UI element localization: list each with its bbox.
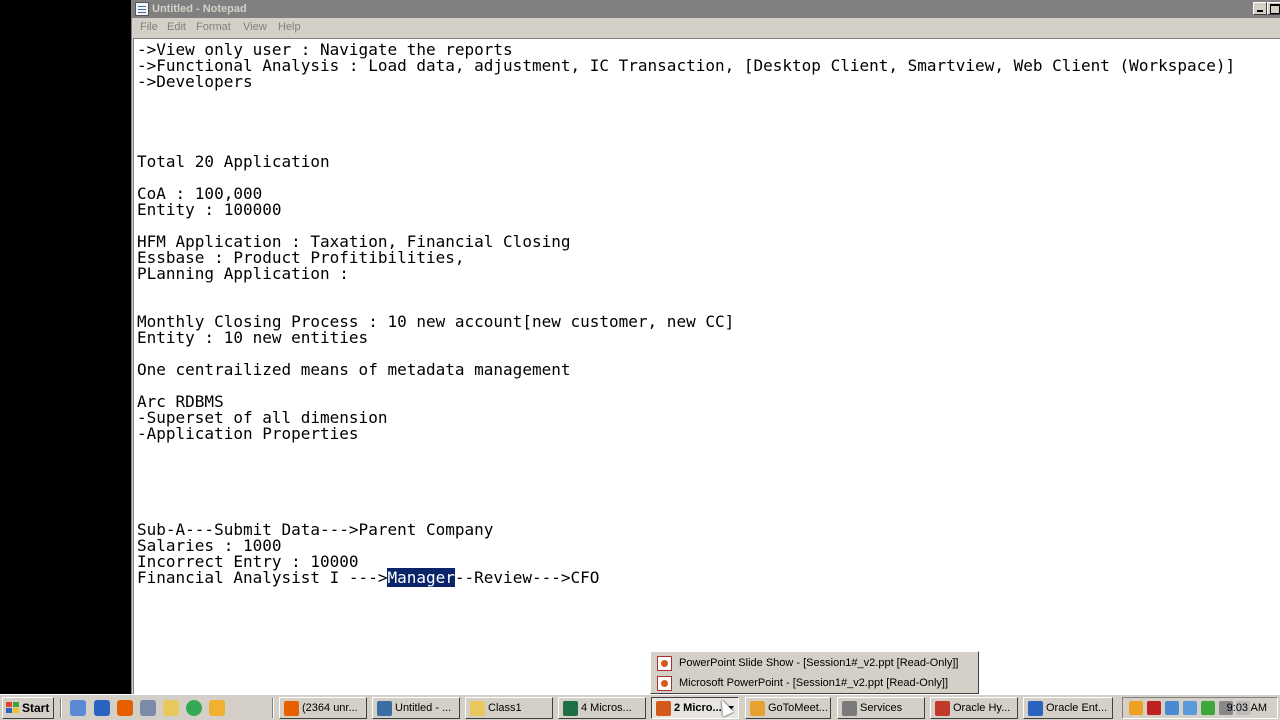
taskbar-button-gears[interactable]: Services — [837, 697, 925, 719]
taskbar-group-popup: PowerPoint Slide Show - [Session1#_v2.pp… — [650, 651, 979, 694]
start-button[interactable]: Start — [2, 697, 54, 719]
menu-format[interactable]: Format — [196, 21, 231, 33]
taskbar-button-label: Services — [860, 702, 903, 714]
tray-security-icon[interactable] — [1201, 701, 1215, 715]
taskbar-button-label: Oracle Hy... — [953, 702, 1011, 714]
system-tray: 9:03 AM — [1122, 697, 1278, 719]
gears-icon — [842, 701, 857, 716]
taskbar-button-label: 4 Micros... — [581, 702, 632, 714]
menu-edit[interactable]: Edit — [167, 21, 186, 33]
windows-flag-icon — [6, 702, 19, 714]
powerpoint-icon — [656, 701, 671, 716]
taskbar-button-notepad[interactable]: Untitled - ... — [372, 697, 460, 719]
excel-icon — [563, 701, 578, 716]
tray-network-icon[interactable] — [1165, 701, 1179, 715]
text-line-selected: Financial Analysist I --->Manager--Revie… — [137, 568, 600, 587]
menu-bar: File Edit Format View Help — [132, 18, 1280, 38]
text-editor[interactable]: ->View only user : Navigate the reports -… — [133, 38, 1280, 694]
taskbar-button-oracle[interactable]: Oracle Hy... — [930, 697, 1018, 719]
text-line: Entity : 10 new entities — [137, 328, 369, 347]
text-line: PLanning Application : — [137, 264, 349, 283]
taskbar-button-label: Oracle Ent... — [1046, 702, 1108, 714]
popup-item-slideshow[interactable]: PowerPoint Slide Show - [Session1#_v2.pp… — [653, 654, 976, 673]
text-line: Total 20 Application — [137, 152, 330, 171]
menu-file[interactable]: File — [140, 21, 158, 33]
gotomeeting-icon — [750, 701, 765, 716]
tray-acrobat-icon[interactable] — [1147, 701, 1161, 715]
quicklaunch-ie-icon[interactable] — [94, 700, 110, 716]
taskbar-separator — [60, 698, 62, 718]
minimize-button[interactable] — [1253, 2, 1267, 15]
folder-icon — [470, 701, 485, 716]
powerpoint-icon — [657, 676, 672, 691]
quicklaunch-folder-icon[interactable] — [163, 700, 179, 716]
desktop-background — [0, 0, 131, 694]
taskbar-button-label: Untitled - ... — [395, 702, 452, 714]
taskbar-button-gotomeeting[interactable]: GoToMeet... — [745, 697, 831, 719]
quicklaunch-firefox-icon[interactable] — [117, 700, 133, 716]
taskbar-button-label: (2364 unr... — [302, 702, 358, 714]
quicklaunch-app-icon[interactable] — [140, 700, 156, 716]
title-bar[interactable]: Untitled - Notepad — [132, 0, 1280, 18]
taskbar-button-ie[interactable]: Oracle Ent... — [1023, 697, 1113, 719]
taskbar-button-label: Class1 — [488, 702, 522, 714]
clock[interactable]: 9:03 AM — [1227, 702, 1267, 714]
text-line: -Application Properties — [137, 424, 359, 443]
window-title: Untitled - Notepad — [152, 3, 247, 15]
maximize-button[interactable] — [1267, 2, 1280, 15]
menu-view[interactable]: View — [243, 21, 267, 33]
taskbar-button-label: 2 Micro... — [674, 702, 722, 714]
text-line: ->Functional Analysis : Load data, adjus… — [137, 56, 1236, 75]
firefox-icon — [284, 701, 299, 716]
tray-settings-icon[interactable] — [1129, 701, 1143, 715]
oracle-icon — [935, 701, 950, 716]
ie-icon — [1028, 701, 1043, 716]
quicklaunch-clock-icon[interactable] — [209, 700, 225, 716]
powerpoint-icon — [657, 656, 672, 671]
text-line: Entity : 100000 — [137, 200, 282, 219]
menu-help[interactable]: Help — [278, 21, 301, 33]
notepad-icon — [135, 2, 149, 16]
taskbar-separator — [272, 698, 274, 718]
notepad-icon — [377, 701, 392, 716]
selected-text[interactable]: Manager — [387, 568, 455, 587]
taskbar-button-firefox[interactable]: (2364 unr... — [279, 697, 367, 719]
taskbar-button-label: GoToMeet... — [768, 702, 828, 714]
taskbar-button-excel[interactable]: 4 Micros... — [558, 697, 646, 719]
taskbar: Start (2364 unr... Untitled - ... Class1 4 … — [0, 694, 1280, 720]
text-line: ->Developers — [137, 72, 253, 91]
text-line: One centrailized means of metadata manag… — [137, 360, 571, 379]
tray-connection-icon[interactable] — [1183, 701, 1197, 715]
notepad-window: Untitled - Notepad File Edit Format View… — [131, 0, 1280, 694]
quicklaunch-show-desktop-icon[interactable] — [70, 700, 86, 716]
popup-item-powerpoint[interactable]: Microsoft PowerPoint - [Session1#_v2.ppt… — [653, 674, 976, 693]
quicklaunch-chrome-icon[interactable] — [186, 700, 202, 716]
taskbar-button-folder[interactable]: Class1 — [465, 697, 553, 719]
